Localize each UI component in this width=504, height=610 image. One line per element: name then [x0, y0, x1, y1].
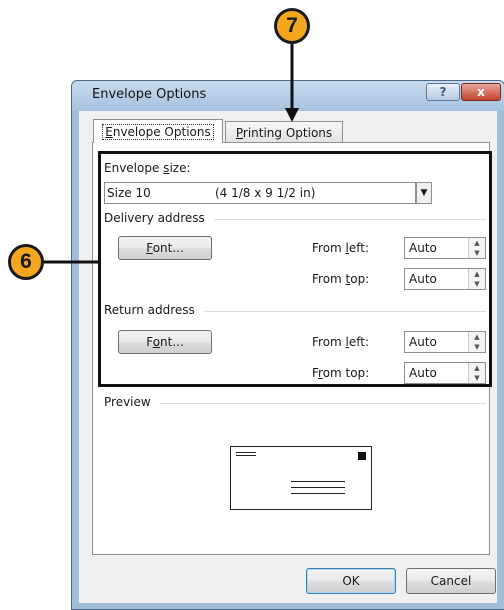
envelope-preview: [230, 446, 372, 510]
group-divider: [160, 403, 486, 404]
return-address-line: [236, 455, 256, 456]
delivery-address-line: [291, 481, 345, 482]
callout-6-highlight-box: [98, 151, 492, 387]
delivery-address-line: [291, 493, 345, 494]
title-bar: Envelope Options ? x: [72, 81, 504, 111]
delivery-address-line: [291, 487, 345, 488]
cancel-button[interactable]: Cancel: [406, 568, 496, 594]
question-icon: ?: [439, 85, 447, 99]
callout-7-badge: 7: [274, 8, 310, 44]
callout-6-badge: 6: [8, 244, 44, 280]
preview-heading: Preview: [104, 395, 151, 409]
tab-label: Envelope Options: [102, 123, 214, 140]
help-button[interactable]: ?: [426, 83, 460, 101]
tab-label: Printing Options: [235, 125, 333, 140]
stamp-mark: [358, 452, 366, 460]
window-title: Envelope Options: [92, 87, 207, 102]
ok-button[interactable]: OK: [306, 568, 396, 594]
close-button[interactable]: x: [461, 83, 501, 101]
tab-printing-options[interactable]: Printing Options: [225, 121, 343, 143]
close-icon: x: [477, 85, 485, 99]
return-address-line: [236, 452, 256, 453]
tab-envelope-options[interactable]: Envelope Options: [93, 119, 223, 143]
